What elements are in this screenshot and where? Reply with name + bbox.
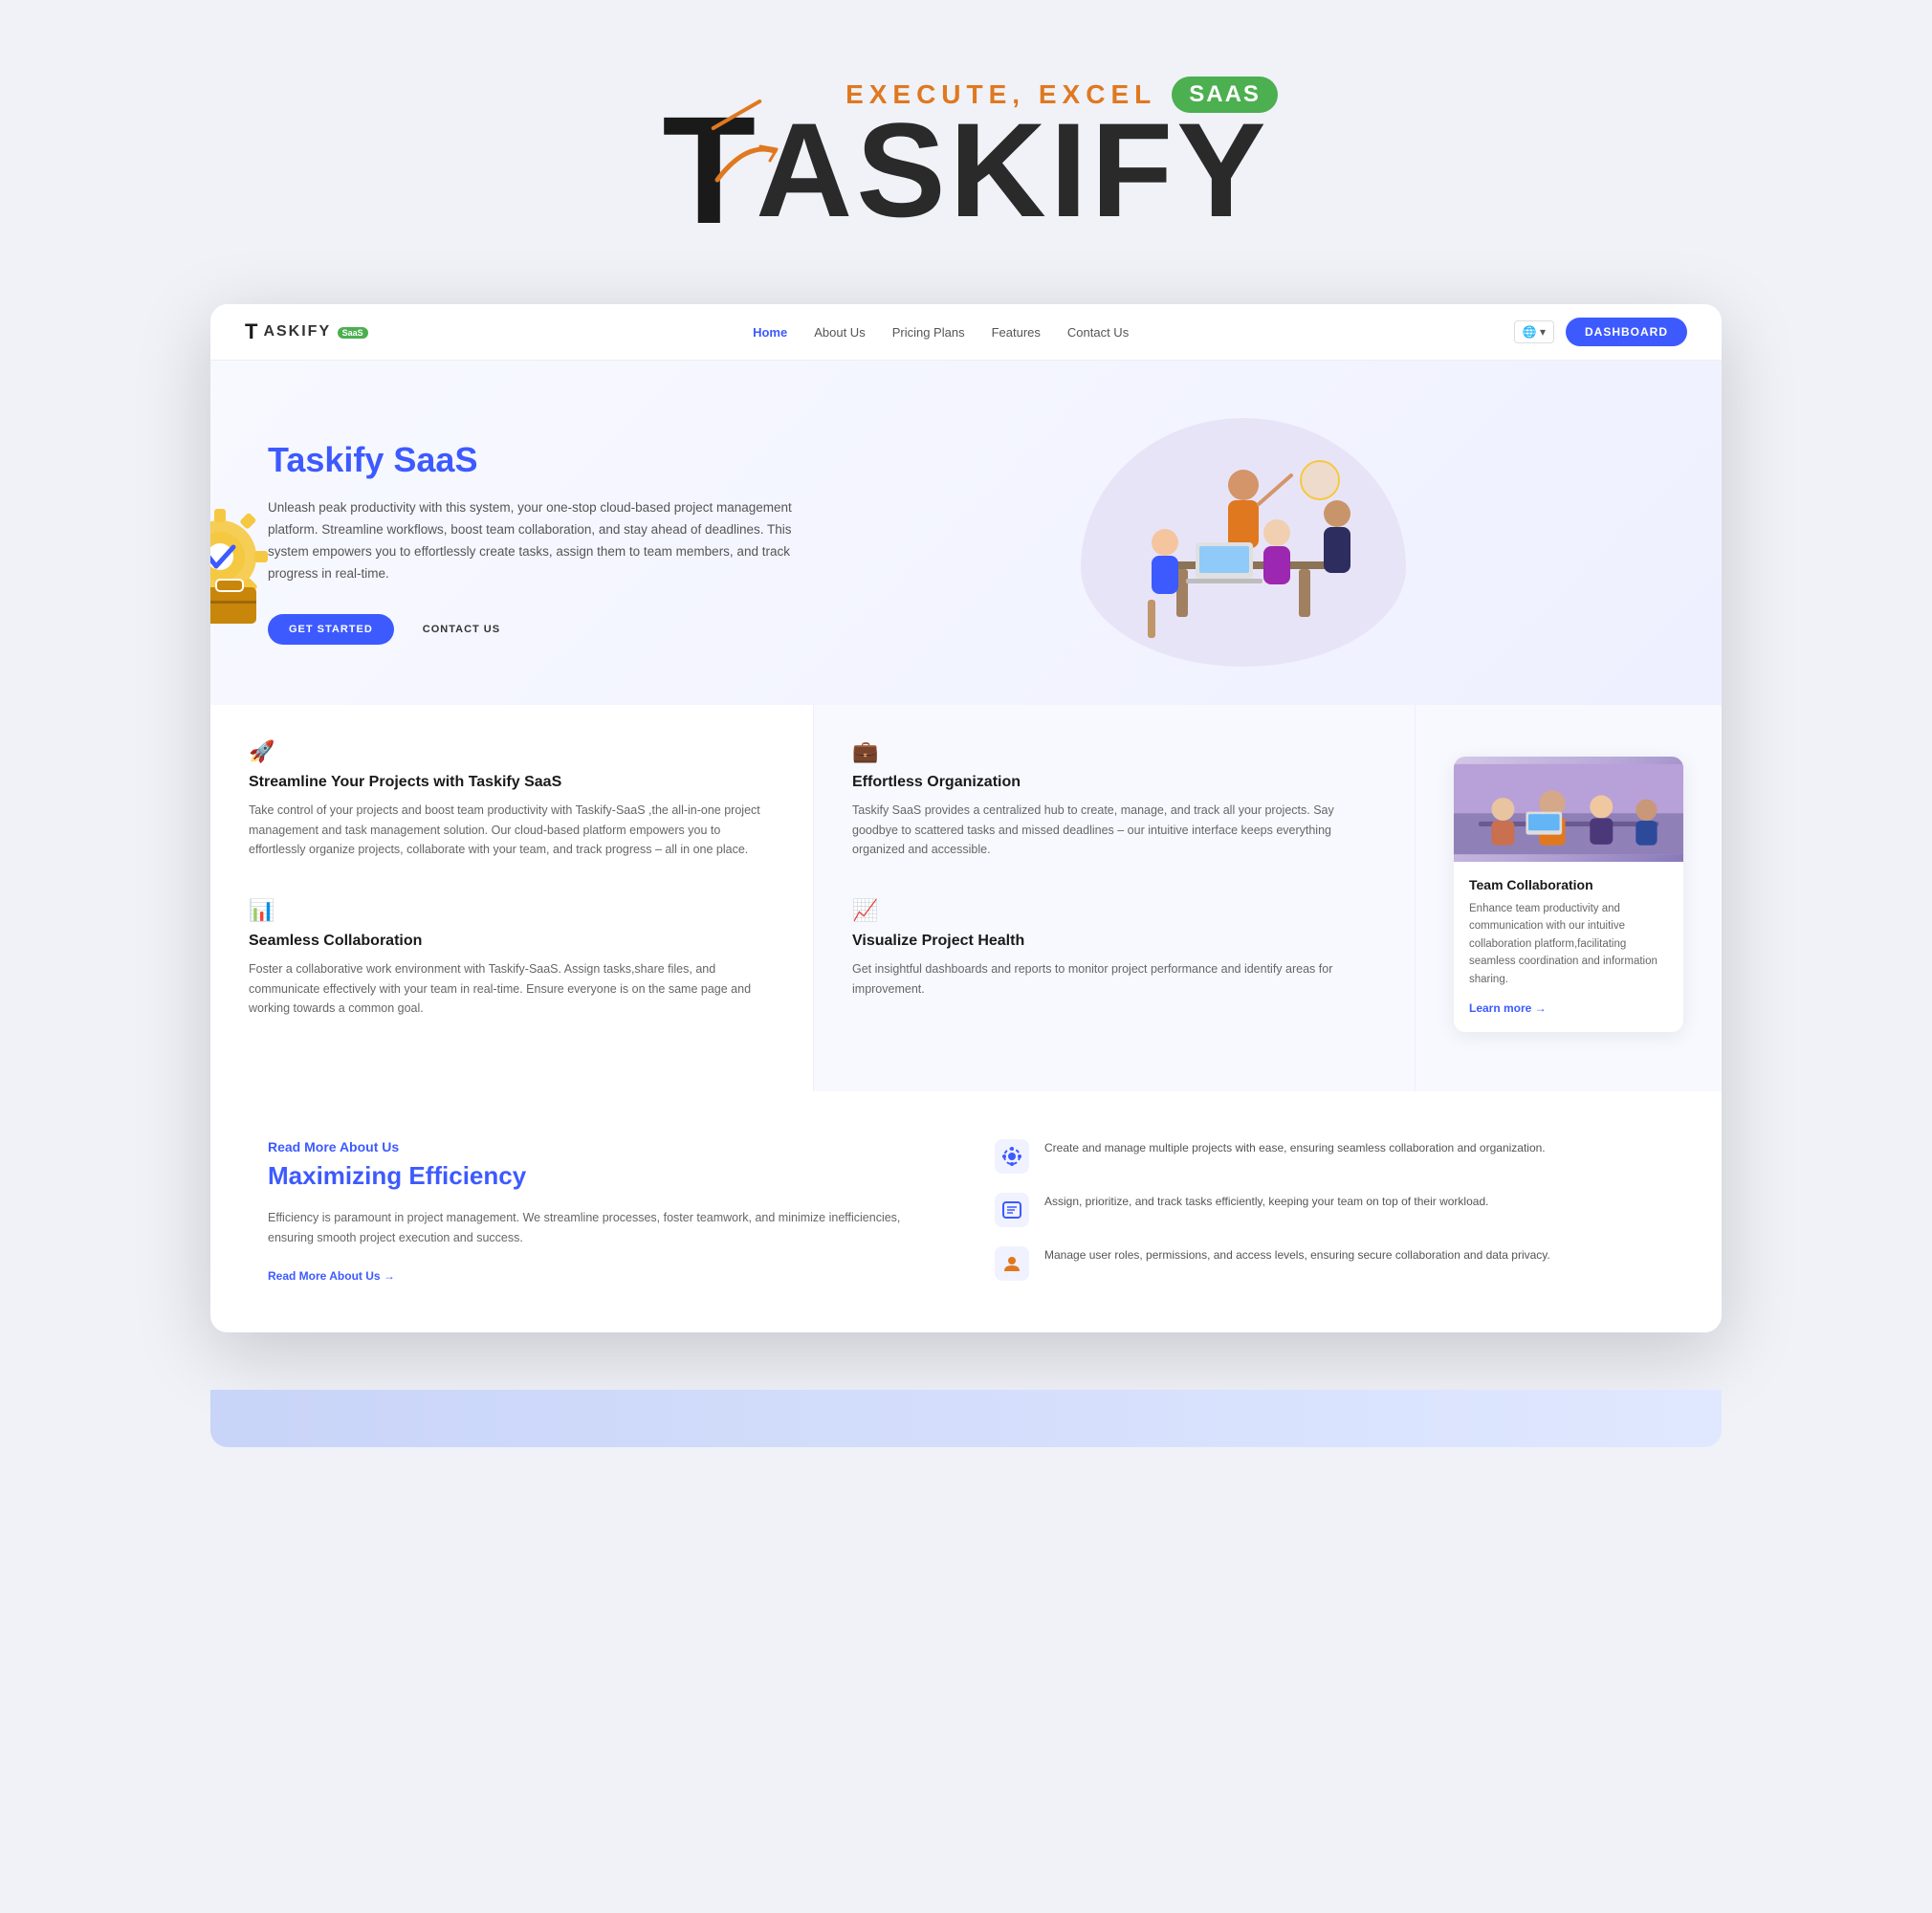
visualize-title: Visualize Project Health <box>852 933 1376 950</box>
nav-link-pricing[interactable]: Pricing Plans <box>892 325 965 340</box>
visualize-icon: 📈 <box>852 898 1376 923</box>
about-feature-tasks-text: Assign, prioritize, and track tasks effi… <box>1044 1193 1488 1211</box>
streamline-icon: 🚀 <box>249 739 775 764</box>
team-card-image <box>1454 757 1683 862</box>
feature-collaboration: 📊 Seamless Collaboration Foster a collab… <box>249 898 775 1019</box>
dashboard-button[interactable]: DASHBOARD <box>1566 318 1687 346</box>
feature-streamline: 🚀 Streamline Your Projects with Taskify … <box>249 739 775 860</box>
about-right: Create and manage multiple projects with… <box>995 1139 1664 1285</box>
swoosh-decoration <box>708 132 784 189</box>
about-feature-users-text: Manage user roles, permissions, and acce… <box>1044 1246 1550 1264</box>
nav-link-features[interactable]: Features <box>992 325 1041 340</box>
logo-container: EXECUTE, EXCEL SaaS T ASKIFY <box>654 77 1278 247</box>
learn-more-link[interactable]: Learn more <box>1469 1001 1547 1015</box>
organization-desc: Taskify SaaS provides a centralized hub … <box>852 801 1376 860</box>
bottom-bar <box>210 1390 1722 1447</box>
about-subtitle: Read More About Us <box>268 1139 937 1154</box>
hero-illustration <box>1081 418 1406 667</box>
nav-link-contact[interactable]: Contact Us <box>1067 325 1129 340</box>
gear-decoration <box>210 509 344 686</box>
hero-title: Taskify SaaS <box>268 440 823 480</box>
logo-brand-name: ASKIFY <box>756 103 1269 237</box>
user-icon <box>1001 1253 1022 1274</box>
about-feature-projects: Create and manage multiple projects with… <box>995 1139 1664 1174</box>
navbar: T ASKIFY SaaS Home About Us Pricing Plan… <box>210 304 1722 361</box>
team-illustration-svg <box>1100 428 1387 657</box>
about-feature-projects-text: Create and manage multiple projects with… <box>1044 1139 1546 1157</box>
nav-logo-text: ASKIFY <box>263 323 331 340</box>
feature-organization: 💼 Effortless Organization Taskify SaaS p… <box>852 739 1376 860</box>
team-card-title: Team Collaboration <box>1469 877 1668 892</box>
streamline-desc: Take control of your projects and boost … <box>249 801 775 860</box>
about-section: Read More About Us Maximizing Efficiency… <box>210 1091 1722 1332</box>
collaboration-desc: Foster a collaborative work environment … <box>249 959 775 1019</box>
nav-logo-saas: SaaS <box>338 327 368 339</box>
streamline-title: Streamline Your Projects with Taskify Sa… <box>249 774 775 791</box>
nav-logo: T ASKIFY SaaS <box>245 319 368 344</box>
hero-section: Taskify SaaS Unleash peak productivity w… <box>210 361 1722 705</box>
hero-left: Taskify SaaS Unleash peak productivity w… <box>268 440 823 645</box>
tasks-list-icon <box>1001 1199 1022 1220</box>
visualize-desc: Get insightful dashboards and reports to… <box>852 959 1376 999</box>
about-title: Maximizing Efficiency <box>268 1160 937 1193</box>
gear-project-icon <box>1001 1146 1022 1167</box>
logo-main: T ASKIFY <box>662 94 1269 247</box>
team-collaboration-card: Team Collaboration Enhance team producti… <box>1454 757 1683 1032</box>
hero-buttons: GET STARTED CONTACT US <box>268 614 823 645</box>
contact-us-button[interactable]: CONTACT US <box>407 614 516 645</box>
team-card-body: Team Collaboration Enhance team producti… <box>1454 862 1683 1032</box>
projects-icon <box>995 1139 1029 1174</box>
features-col-3: Team Collaboration Enhance team producti… <box>1416 705 1722 1091</box>
organization-icon: 💼 <box>852 739 1376 764</box>
browser-window: T ASKIFY SaaS Home About Us Pricing Plan… <box>210 304 1722 1332</box>
features-col-1: 🚀 Streamline Your Projects with Taskify … <box>210 705 813 1091</box>
collaboration-title: Seamless Collaboration <box>249 933 775 950</box>
features-col-2: 💼 Effortless Organization Taskify SaaS p… <box>813 705 1416 1091</box>
feature-visualize: 📈 Visualize Project Health Get insightfu… <box>852 898 1376 999</box>
team-photo-svg <box>1454 757 1683 862</box>
hero-description: Unleash peak productivity with this syst… <box>268 497 823 585</box>
collaboration-icon: 📊 <box>249 898 775 923</box>
about-feature-users: Manage user roles, permissions, and acce… <box>995 1246 1664 1281</box>
nav-right: 🌐 ▾ DASHBOARD <box>1514 318 1687 346</box>
nav-logo-t: T <box>245 319 257 344</box>
hero-logo-section: EXECUTE, EXCEL SaaS T ASKIFY <box>0 38 1932 304</box>
organization-title: Effortless Organization <box>852 774 1376 791</box>
team-card-desc: Enhance team productivity and communicat… <box>1469 900 1668 988</box>
nav-links: Home About Us Pricing Plans Features Con… <box>753 325 1129 340</box>
about-desc: Efficiency is paramount in project manag… <box>268 1208 937 1249</box>
about-feature-tasks: Assign, prioritize, and track tasks effi… <box>995 1193 1664 1227</box>
about-left: Read More About Us Maximizing Efficiency… <box>268 1139 937 1285</box>
features-section: 🚀 Streamline Your Projects with Taskify … <box>210 705 1722 1091</box>
hero-right <box>823 418 1664 667</box>
users-icon <box>995 1246 1029 1281</box>
about-read-more-link[interactable]: Read More About Us <box>268 1269 395 1283</box>
nav-link-home[interactable]: Home <box>753 325 787 340</box>
nav-link-about[interactable]: About Us <box>814 325 865 340</box>
tasks-icon <box>995 1193 1029 1227</box>
language-selector[interactable]: 🌐 ▾ <box>1514 320 1554 343</box>
